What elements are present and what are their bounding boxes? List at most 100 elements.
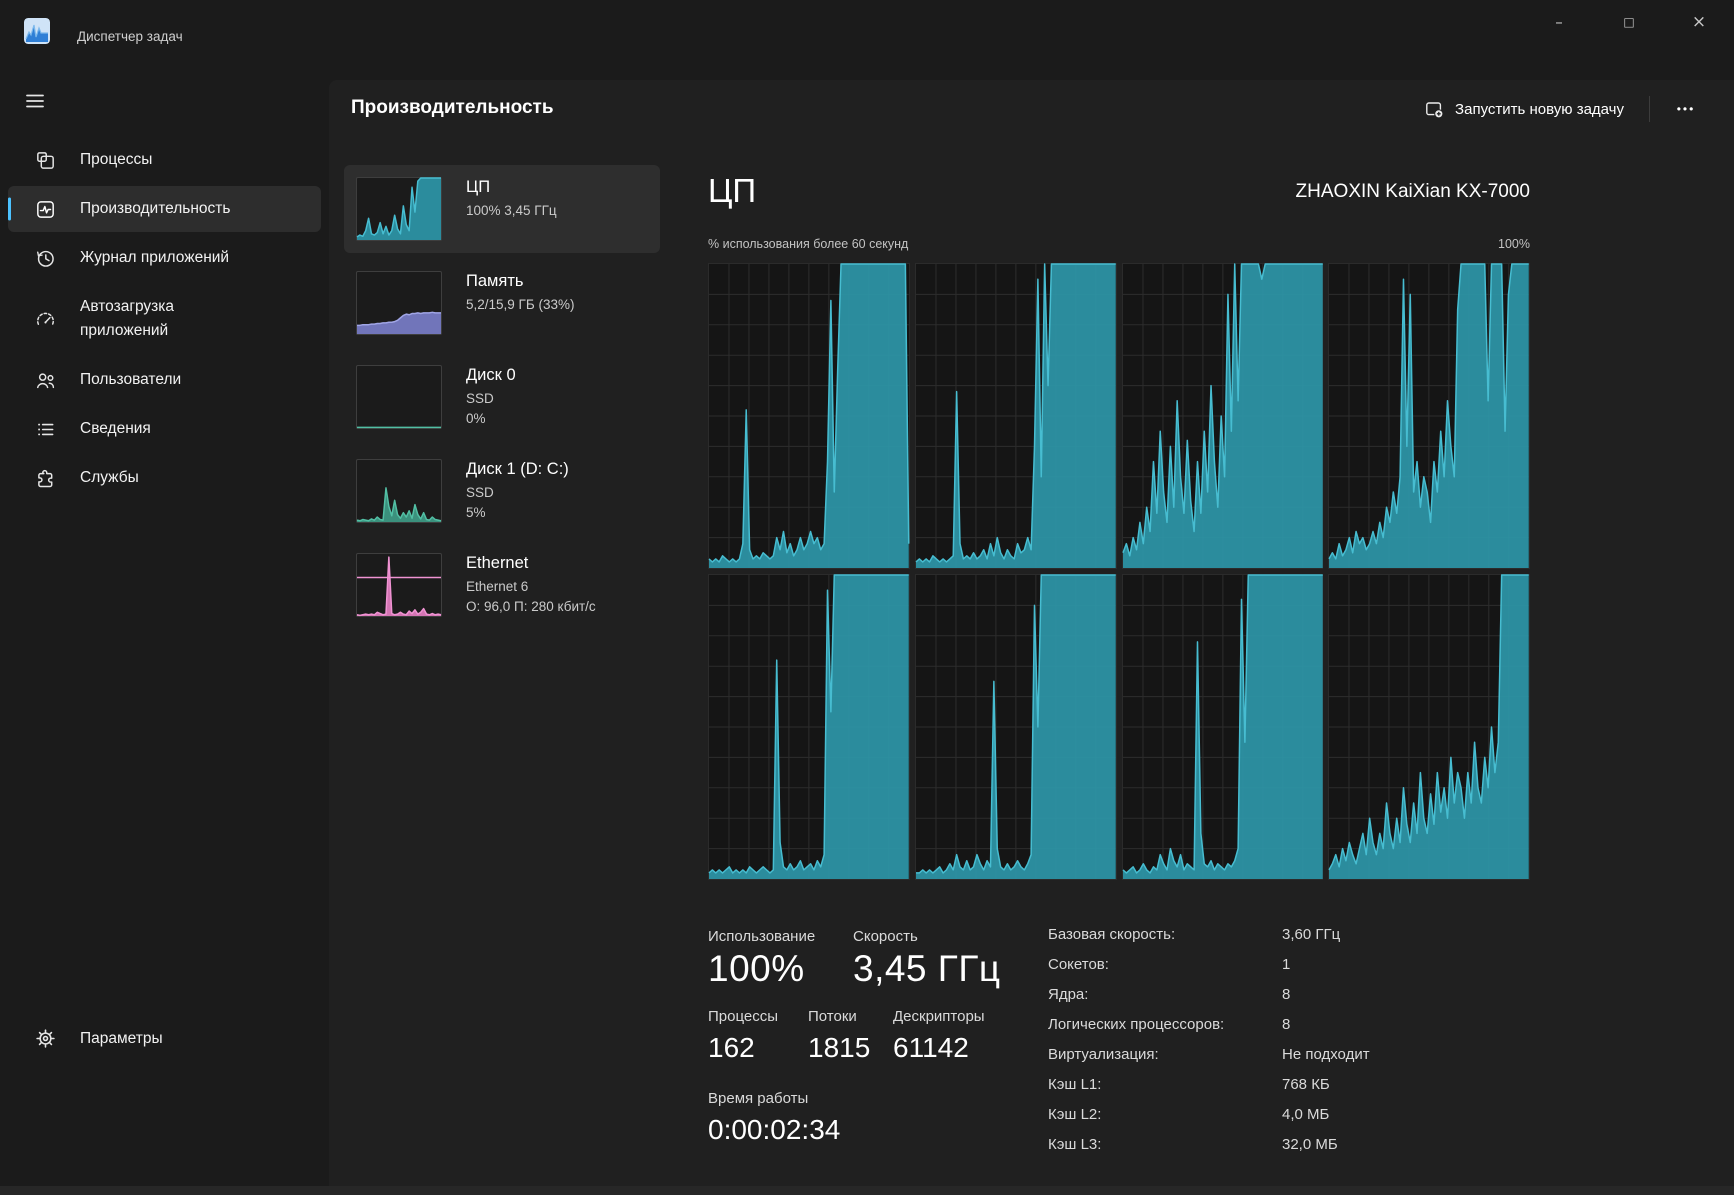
cpu-core-chart-2 [915,263,1117,569]
perf-item-disk0[interactable]: Диск 0 SSD 0% [344,353,660,441]
sidebar-item-label: Автозагрузка приложений [80,295,252,343]
perf-item-sub: О: 96,0 П: 280 кбит/с [466,598,596,616]
info-row: Кэш L2: 4,0 МБ [1048,1106,1370,1136]
sidebar-item-services[interactable]: Службы [8,455,321,501]
details-icon [34,418,56,440]
info-row: Ядра: 8 [1048,986,1370,1016]
ellipsis-icon: ••• [1677,102,1696,116]
perf-item-title: Память [466,272,574,291]
perf-item-disk1[interactable]: Диск 1 (D: C:) SSD 5% [344,447,660,535]
cpu-core-chart-3 [1122,263,1324,569]
perf-item-sub: Ethernet 6 [466,578,596,596]
sidebar-item-label: Журнал приложений [80,246,229,270]
perf-item-title: Диск 0 [466,366,516,385]
info-row: Сокетов: 1 [1048,956,1370,986]
stat-label: Время работы [708,1090,808,1107]
cpu-core-chart-5 [708,574,910,880]
stat-value-usage: 100% [708,948,805,990]
minimize-button[interactable]: – [1524,0,1594,44]
sidebar-item-performance[interactable]: Производительность [8,186,321,232]
content-panel: Производительность Запустить новую задач… [329,80,1734,1186]
sidebar-item-app-history[interactable]: Журнал приложений [8,235,321,281]
cpu-mini-chart [356,177,442,241]
startup-apps-icon [34,308,56,330]
cpu-core-chart-1 [708,263,910,569]
settings-gear-icon [34,1028,56,1050]
info-row: Логических процессоров: 8 [1048,1016,1370,1046]
maximize-button[interactable]: □ [1594,0,1664,44]
hamburger-menu-icon[interactable] [18,86,52,118]
processor-name: ZHAOXIN KaiXian KX-7000 [1296,181,1530,209]
perf-item-memory[interactable]: Память 5,2/15,9 ГБ (33%) [344,259,660,347]
info-row: Виртуализация: Не подходит [1048,1046,1370,1076]
cpu-detail-pane: ЦП ZHAOXIN KaiXian KX-7000 % использован… [708,80,1530,1186]
sidebar-item-processes[interactable]: Процессы [8,137,321,183]
cpu-core-chart-6 [915,574,1117,880]
stat-value-threads: 1815 [808,1032,870,1064]
cpu-core-chart-8 [1328,574,1530,880]
app-history-icon [34,247,56,269]
sidebar-item-details[interactable]: Сведения [8,406,321,452]
task-manager-window: Диспетчер задач – □ × Процессы [0,0,1734,1195]
sidebar-item-startup-apps[interactable]: Автозагрузка приложений [8,284,321,354]
perf-item-sub: 0% [466,410,516,428]
info-row: Базовая скорость: 3,60 ГГц [1048,926,1370,956]
stat-label: Дескрипторы [893,1008,985,1025]
chart-scale-label: 100% [1498,237,1530,251]
disk0-mini-chart [356,365,442,429]
titlebar: Диспетчер задач – □ × [0,0,1734,56]
perf-item-sub: SSD [466,390,516,408]
info-row: Кэш L3: 32,0 МБ [1048,1136,1370,1166]
performance-resource-list: ЦП 100% 3,45 ГГц Память 5,2/15,9 ГБ (33%… [344,165,660,635]
sidebar-item-settings[interactable]: Параметры [8,1016,321,1062]
cpu-title: ЦП [708,174,756,209]
sidebar-item-label: Производительность [80,197,230,221]
page-title: Производительность [351,97,554,119]
stat-label: Скорость [853,928,918,945]
cpu-core-chart-7 [1122,574,1324,880]
cpu-info-table: Базовая скорость: 3,60 ГГц Сокетов: 1 Яд… [1048,926,1370,1166]
taskbar-edge-strip [0,1186,1734,1195]
header-divider [1649,96,1650,122]
perf-item-title: Ethernet [466,554,596,573]
perf-item-ethernet[interactable]: Ethernet Ethernet 6 О: 96,0 П: 280 кбит/… [344,541,660,629]
perf-item-cpu[interactable]: ЦП 100% 3,45 ГГц [344,165,660,253]
cpu-core-chart-grid [708,263,1530,880]
perf-item-title: Диск 1 (D: C:) [466,460,569,479]
stat-label: Использование [708,928,815,945]
performance-icon [34,198,56,220]
cpu-stats: Использование 100% Скорость 3,45 ГГц Про… [708,920,1530,1186]
perf-item-sub: SSD [466,484,569,502]
task-manager-app-icon [24,18,50,44]
memory-mini-chart [356,271,442,335]
perf-item-sub: 100% 3,45 ГГц [466,202,557,220]
sidebar-item-label: Процессы [80,148,152,172]
stat-value-handles: 61142 [893,1032,969,1064]
stat-value-speed: 3,45 ГГц [853,948,1001,990]
info-row: Кэш L1: 768 КБ [1048,1076,1370,1106]
sidebar-item-label: Сведения [80,417,151,441]
sidebar-item-label: Параметры [80,1027,163,1051]
disk1-mini-chart [356,459,442,523]
stat-value-processes: 162 [708,1032,755,1064]
more-options-button[interactable]: ••• [1664,90,1708,128]
stat-label: Процессы [708,1008,778,1025]
sidebar-item-users[interactable]: Пользователи [8,357,321,403]
chart-caption: % использования более 60 секунд [708,237,908,251]
perf-item-title: ЦП [466,178,557,197]
ethernet-mini-chart [356,553,442,617]
sidebar-item-label: Пользователи [80,368,181,392]
close-button[interactable]: × [1664,0,1734,44]
processes-icon [34,149,56,171]
sidebar-nav: Процессы Производительность [0,134,329,504]
cpu-core-chart-4 [1328,263,1530,569]
window-controls: – □ × [1524,0,1734,44]
sidebar: Процессы Производительность [0,56,329,1186]
sidebar-item-label: Службы [80,466,139,490]
perf-item-sub: 5,2/15,9 ГБ (33%) [466,296,574,314]
users-icon [34,369,56,391]
perf-item-sub: 5% [466,504,569,522]
services-icon [34,467,56,489]
stat-value-uptime: 0:00:02:34 [708,1114,840,1146]
stat-label: Потоки [808,1008,857,1025]
